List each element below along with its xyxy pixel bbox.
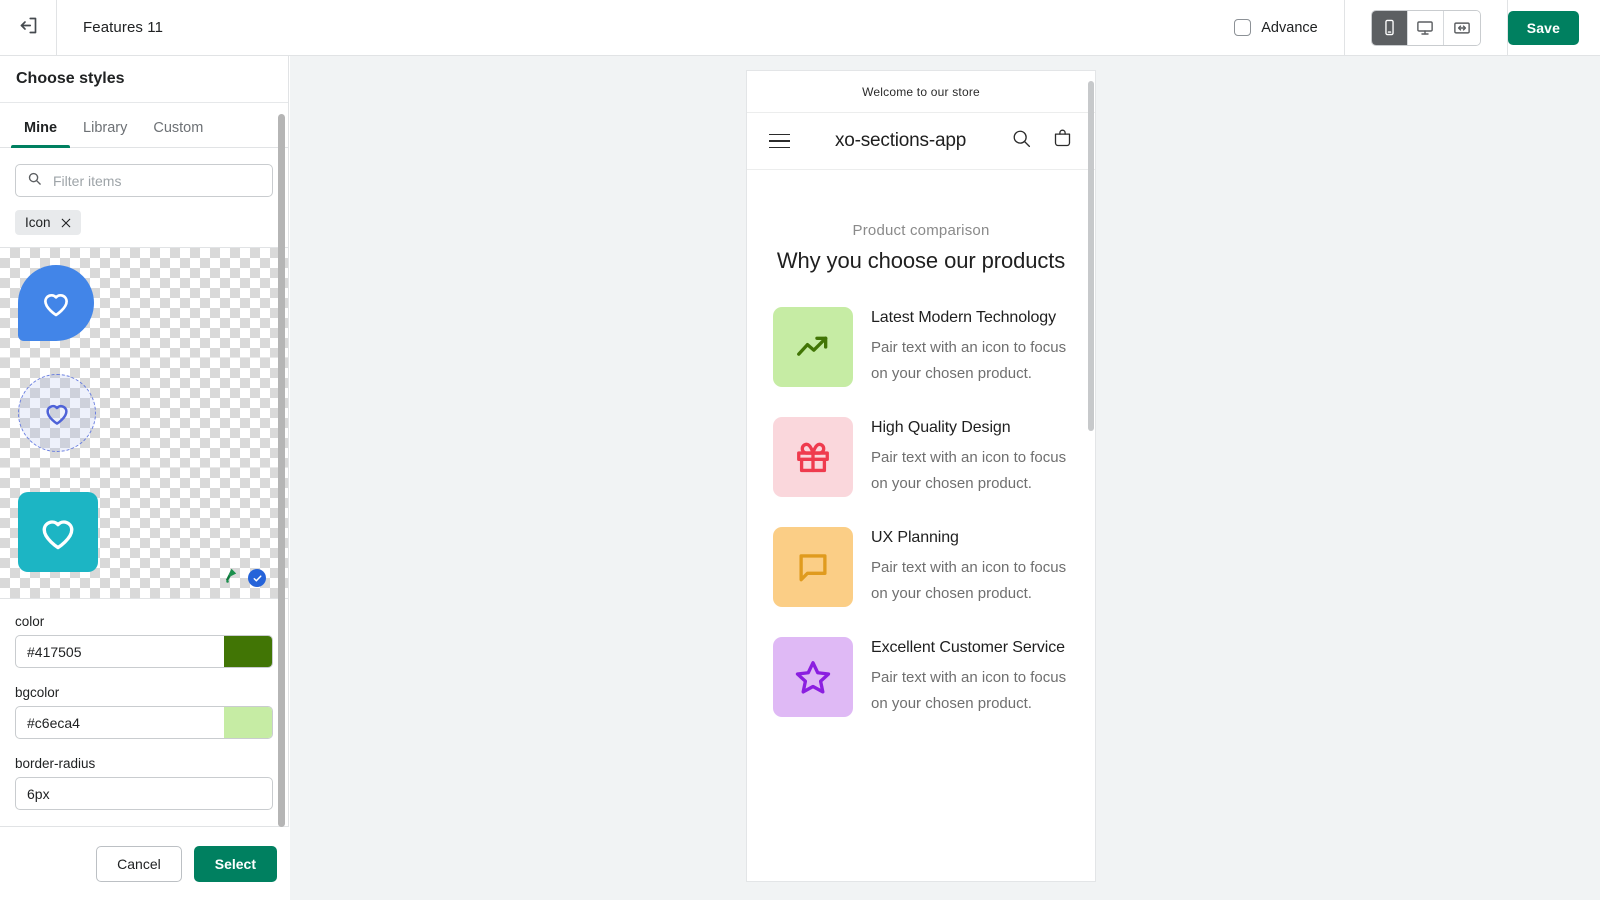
announcement-bar: Welcome to our store [747,71,1095,113]
field-border-radius-input-wrap[interactable] [15,777,273,810]
field-color-label: color [15,614,45,629]
device-button-fullwidth[interactable] [1443,10,1480,45]
feature-icon-box [773,416,853,497]
section-eyebrow: Product comparison [852,222,990,239]
star-icon [795,660,831,694]
page-title: Features 11 [83,19,164,36]
field-bgcolor: bgcolor [15,685,273,739]
feature-text: High Quality Design Pair text with an ic… [871,417,1069,497]
feature-text: UX Planning Pair text with an icon to fo… [871,527,1069,607]
exit-left-icon [18,15,39,41]
field-border-radius: border-radius [15,756,273,810]
feature-text: Excellent Customer Service Pair text wit… [871,637,1069,717]
tab-library[interactable]: Library [70,120,140,147]
feature-description: Pair text with an icon to focus on your … [871,668,1067,712]
back-button[interactable] [0,0,57,55]
field-color-input-wrap[interactable] [15,635,273,668]
filter-chip-label: Icon [25,215,51,230]
store-logo[interactable]: xo-sections-app [790,130,1011,152]
active-filter-chips: Icon [0,197,288,235]
paint-roller-icon[interactable] [220,566,239,590]
feature-title: UX Planning [871,528,959,546]
search-icon [27,171,42,191]
check-circle-icon[interactable] [248,569,266,587]
pin-shape [18,264,94,341]
feature-description: Pair text with an icon to focus on your … [871,448,1067,492]
store-header: xo-sections-app [747,113,1095,170]
style-thumbnail-teal-square-heart[interactable] [0,468,288,596]
mobile-icon [1384,19,1394,36]
hamburger-icon[interactable] [769,133,790,149]
device-button-mobile[interactable] [1371,10,1408,45]
filter-search-box[interactable] [15,164,273,197]
top-bar: Features 11 Advance Save [0,0,1600,56]
preview-scrollbar[interactable] [1088,81,1094,431]
field-border-radius-input[interactable] [16,778,272,809]
feature-description: Pair text with an icon to focus on your … [871,558,1067,602]
feature-title: Excellent Customer Service [871,638,1065,656]
advance-toggle[interactable]: Advance [1234,0,1345,55]
feature-icon-box [773,306,853,387]
tab-mine[interactable]: Mine [11,120,71,148]
feature-title: High Quality Design [871,418,1011,436]
panel-footer: Cancel Select [0,826,289,900]
feature-item: Excellent Customer Service Pair text wit… [773,636,1069,717]
chat-bubble-icon [799,554,827,582]
feature-description: Pair text with an icon to focus on your … [871,338,1067,382]
device-preview-toggle-group[interactable] [1370,9,1481,46]
select-button[interactable]: Select [193,845,277,882]
tab-custom[interactable]: Custom [140,120,216,147]
advance-checkbox[interactable] [1234,19,1252,36]
style-thumbnail-dashed-circle-heart[interactable] [0,358,288,468]
heart-icon [44,293,68,316]
cancel-button[interactable]: Cancel [96,845,182,882]
search-icon[interactable] [1011,128,1032,154]
fullwidth-icon [1453,21,1470,34]
feature-item: High Quality Design Pair text with an ic… [773,416,1069,497]
field-color-input[interactable] [16,636,224,667]
field-border-radius-label: border-radius [15,756,96,771]
panel-scrollbar[interactable] [278,114,285,827]
field-bgcolor-input-wrap[interactable] [15,706,273,739]
shopping-bag-icon[interactable] [1052,128,1073,154]
filter-area [0,148,288,197]
field-bgcolor-label: bgcolor [15,685,60,700]
filter-chip-icon[interactable]: Icon [15,210,81,235]
save-button[interactable]: Save [1507,10,1579,45]
feature-title: Latest Modern Technology [871,308,1056,326]
device-button-desktop[interactable] [1407,10,1444,45]
field-color: color [15,614,273,668]
advance-label: Advance [1261,19,1318,36]
heart-icon [42,520,74,550]
preview-area: Welcome to our store xo-sections-app Pro… [290,56,1600,900]
feature-item: Latest Modern Technology Pair text with … [773,306,1069,387]
style-property-fields: color bgcolor border-radius [0,599,288,827]
header-icons [1011,128,1073,154]
field-color-swatch[interactable] [224,636,272,667]
desktop-icon [1417,20,1434,35]
rounded-square-shape [18,492,98,572]
dashed-circle-shape [18,373,96,452]
field-bgcolor-input[interactable] [16,707,224,738]
panel-tabs: Mine Library Custom [0,103,288,148]
field-bgcolor-swatch[interactable] [224,707,272,738]
trending-up-icon [797,336,828,356]
panel-title: Choose styles [0,56,288,103]
mobile-preview-frame: Welcome to our store xo-sections-app Pro… [746,70,1096,882]
gift-icon [797,442,829,472]
feature-text: Latest Modern Technology Pair text with … [871,307,1069,387]
style-thumbnail-list [0,247,288,599]
features-section: Product comparison Why you choose our pr… [747,170,1095,717]
section-heading: Why you choose our products [776,248,1066,273]
thumbnail-badges [220,566,266,590]
paint-roller-glyph [225,568,237,583]
heart-icon [46,404,68,425]
close-icon[interactable] [60,217,72,229]
feature-icon-box [773,526,853,607]
filter-search-input[interactable] [51,171,261,190]
feature-item: UX Planning Pair text with an icon to fo… [773,526,1069,607]
style-thumbnail-blue-pin-heart[interactable] [0,248,288,358]
feature-icon-box [773,636,853,717]
choose-styles-panel: Choose styles Mine Library Custom Icon [0,56,289,900]
